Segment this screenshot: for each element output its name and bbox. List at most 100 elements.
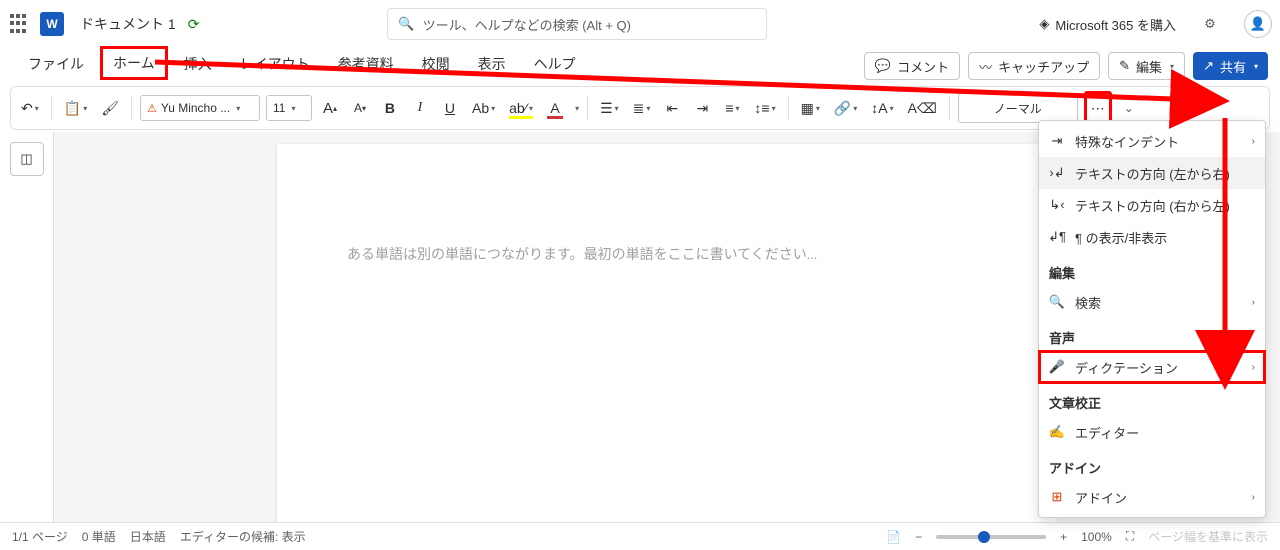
editing-label: 編集: [1136, 57, 1162, 76]
menu-find[interactable]: 🔍検索›: [1039, 286, 1265, 318]
chevron-right-icon: ›: [1252, 297, 1255, 308]
sort-button[interactable]: ↕A▾: [867, 94, 897, 122]
font-name-value: Yu Mincho ...: [161, 101, 230, 115]
menu-paragraph-marks[interactable]: ↲¶¶ の表示/非表示: [1039, 221, 1265, 253]
tab-home[interactable]: ホーム: [100, 46, 168, 80]
section-addins: アドイン: [1039, 448, 1265, 481]
word-app-icon: W: [40, 12, 64, 36]
font-name-select[interactable]: ⚠ Yu Mincho ... ▾: [140, 95, 260, 121]
link-button[interactable]: 🔗▾: [830, 94, 861, 122]
clear-formatting-button[interactable]: A⌫: [904, 94, 941, 122]
comments-button[interactable]: 💬 コメント: [864, 52, 960, 80]
fit-width-button[interactable]: ⛶: [1126, 529, 1134, 544]
reading-view-icon[interactable]: 📄: [886, 530, 901, 544]
decrease-indent-button[interactable]: ⇤: [660, 94, 684, 122]
tab-insert[interactable]: 挿入: [172, 48, 224, 80]
section-voice: 音声: [1039, 318, 1265, 351]
decrease-font-button[interactable]: A▾: [348, 94, 372, 122]
line-spacing-button[interactable]: ↕≡▾: [750, 94, 779, 122]
chevron-down-icon: ▾: [291, 104, 295, 113]
tab-review[interactable]: 校閲: [410, 48, 462, 80]
chevron-down-icon: ▾: [491, 104, 495, 113]
page-count[interactable]: 1/1 ページ: [12, 528, 68, 545]
catchup-button[interactable]: 〰キャッチアップ: [968, 52, 1100, 80]
menu-text-direction-ltr[interactable]: ›↲テキストの方向 (左から右): [1039, 157, 1265, 189]
chevron-down-icon: ▾: [35, 104, 39, 113]
chevron-down-icon: ▾: [615, 104, 619, 113]
language-status[interactable]: 日本語: [130, 528, 166, 545]
zoom-thumb[interactable]: [978, 531, 990, 543]
search-input[interactable]: 🔍 ツール、ヘルプなどの検索 (Alt + Q): [387, 8, 767, 40]
chevron-down-icon: ▾: [853, 104, 857, 113]
font-size-value: 11: [273, 101, 285, 115]
align-left-button[interactable]: ≡▾: [720, 94, 744, 122]
warning-icon: ⚠: [147, 102, 157, 115]
buy-label: Microsoft 365 を購入: [1055, 15, 1176, 34]
diamond-icon: ◈: [1039, 16, 1049, 32]
comment-label: コメント: [897, 57, 949, 76]
chevron-down-icon: ▾: [646, 104, 650, 113]
mic-icon: 🎤: [1049, 359, 1065, 375]
app-launcher-icon[interactable]: [8, 12, 32, 36]
catchup-icon: 〰: [979, 57, 992, 76]
chevron-down-icon: ▾: [772, 104, 776, 113]
menu-label: テキストの方向 (右から左): [1075, 196, 1230, 215]
editor-status[interactable]: エディターの候補: 表示: [180, 528, 306, 545]
search-icon: 🔍: [398, 16, 414, 32]
left-rail: ◫: [0, 132, 54, 522]
buy-m365-link[interactable]: ◈ Microsoft 365 を購入: [1039, 15, 1176, 34]
settings-icon[interactable]: ⚙: [1196, 10, 1224, 38]
menu-label: ディクテーション: [1075, 358, 1178, 377]
chevron-down-icon: ▾: [890, 104, 894, 113]
editing-mode-button[interactable]: ✎編集▾: [1108, 52, 1185, 80]
increase-font-button[interactable]: A▴: [318, 94, 342, 122]
bullets-button[interactable]: ☰▾: [596, 94, 623, 122]
format-painter-button[interactable]: 🖌: [97, 94, 123, 122]
highlight-button[interactable]: ab⁄▾: [505, 94, 537, 122]
chevron-down-icon: ▾: [236, 104, 240, 113]
font-size-select[interactable]: 11 ▾: [266, 95, 312, 121]
text-effects-button[interactable]: Ab▾: [468, 94, 499, 122]
menu-editor[interactable]: ✍エディター: [1039, 416, 1265, 448]
share-button[interactable]: ↗共有▾: [1193, 52, 1268, 80]
menu-text-direction-rtl[interactable]: ↳‹テキストの方向 (右から左): [1039, 189, 1265, 221]
font-color-button[interactable]: A: [543, 94, 567, 122]
account-avatar[interactable]: 👤: [1244, 10, 1272, 38]
menu-label: エディター: [1075, 423, 1139, 442]
tab-help[interactable]: ヘルプ: [522, 48, 588, 80]
chevron-right-icon: ›: [1252, 362, 1255, 373]
navigation-pane-button[interactable]: ◫: [10, 142, 44, 176]
menu-addins[interactable]: ⊞アドイン›: [1039, 481, 1265, 513]
underline-button[interactable]: U: [438, 94, 462, 122]
menu-label: アドイン: [1075, 488, 1127, 507]
tab-references[interactable]: 参考資料: [326, 48, 406, 80]
menu-dictate[interactable]: 🎤 ディクテーション ›: [1039, 351, 1265, 383]
pencil-icon: ✎: [1119, 58, 1130, 74]
catchup-label: キャッチアップ: [998, 57, 1089, 76]
italic-button[interactable]: I: [408, 94, 432, 122]
document-page[interactable]: ある単語は別の単語につながります。最初の単語をここに書いてください...: [277, 144, 1057, 522]
style-normal[interactable]: ノーマル: [958, 93, 1078, 123]
chevron-down-icon: ▾: [735, 104, 739, 113]
undo-button[interactable]: ↶▾: [17, 94, 43, 122]
ribbon-collapse-button[interactable]: ⌄: [1118, 101, 1140, 115]
ribbon-overflow-panel: ⇥特殊なインデント› ›↲テキストの方向 (左から右) ↳‹テキストの方向 (右…: [1038, 120, 1266, 518]
increase-indent-button[interactable]: ⇥: [690, 94, 714, 122]
menu-label: 検索: [1075, 293, 1101, 312]
document-title[interactable]: ドキュメント 1: [80, 14, 176, 34]
table-button[interactable]: ▦▾: [797, 94, 824, 122]
word-count[interactable]: 0 単語: [82, 528, 116, 545]
tab-file[interactable]: ファイル: [16, 48, 96, 80]
paste-button[interactable]: 📋▾: [60, 94, 91, 122]
placeholder-text: ある単語は別の単語につながります。最初の単語をここに書いてください...: [347, 244, 987, 264]
chevron-down-icon: ▾: [1254, 62, 1258, 71]
tab-view[interactable]: 表示: [466, 48, 518, 80]
zoom-value[interactable]: 100%: [1081, 530, 1112, 544]
tab-layout[interactable]: レイアウト: [228, 48, 322, 80]
menu-special-indent[interactable]: ⇥特殊なインデント›: [1039, 125, 1265, 157]
pilcrow-icon: ↲¶: [1049, 229, 1065, 245]
numbering-button[interactable]: ≣▾: [629, 94, 655, 122]
comment-icon: 💬: [875, 58, 891, 74]
zoom-slider[interactable]: [936, 535, 1046, 539]
bold-button[interactable]: B: [378, 94, 402, 122]
